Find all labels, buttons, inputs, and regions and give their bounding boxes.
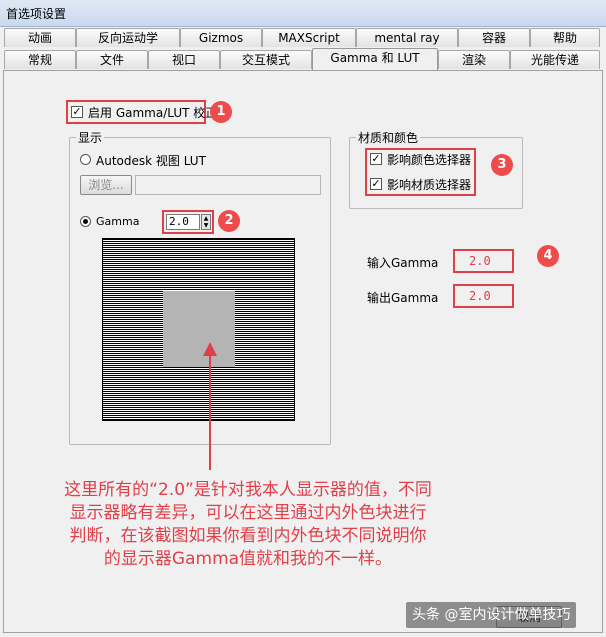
affect-material-label: 影响材质选择器 [387,178,472,192]
input-gamma-value: 2.0 [469,254,491,268]
input-gamma-label: 输入Gamma [367,256,439,270]
enable-gamma-checkbox[interactable]: ✓ [71,106,83,118]
gamma-spinner-arrows[interactable]: ▲ ▼ [201,214,211,230]
annotation-text: 这里所有的“2.0”是针对我本人显示器的值，不同显示器略有差异，可以在这里通过内… [64,480,432,569]
output-gamma-label: 输出Gamma [367,291,439,305]
gamma-spinner-input[interactable]: 2.0 [166,214,200,230]
lut-radio[interactable] [80,154,91,165]
browse-button[interactable]: 浏览... [80,175,132,195]
badge-2: 2 [218,210,240,232]
badge-1: 1 [210,101,232,123]
lut-path-field[interactable] [135,175,321,195]
display-group-title: 显示 [76,129,105,146]
tab-viewports[interactable]: 视口 [148,50,220,69]
tab-help[interactable]: 帮助 [530,28,600,47]
tab-files[interactable]: 文件 [76,50,148,69]
output-gamma-field[interactable]: 2.0 [453,284,514,308]
affect-material-checkbox[interactable]: ✓ [370,178,382,190]
materials-group-title: 材质和颜色 [356,129,421,146]
tab-rendering[interactable]: 渲染 [438,50,510,69]
tab-ik[interactable]: 反向运动学 [76,28,180,47]
window-title: 首选项设置 [6,7,67,21]
gamma-radio[interactable] [80,216,91,227]
enable-gamma-label: 启用 Gamma/LUT 校正 [88,106,218,120]
tab-interaction-mode[interactable]: 交互模式 [220,50,312,69]
tab-maxscript[interactable]: MAXScript [262,28,356,47]
affect-color-label: 影响颜色选择器 [387,153,472,167]
tab-gizmos[interactable]: Gizmos [180,28,262,47]
output-gamma-value: 2.0 [469,289,491,303]
affect-color-checkbox[interactable]: ✓ [370,153,382,165]
title-bar: 首选项设置 [0,0,606,27]
tab-row-2: 常规 文件 视口 交互模式 Gamma 和 LUT 渲染 光能传递 [0,48,606,70]
lut-option-label: Autodesk 视图 LUT [96,154,206,168]
annotation-arrow-icon [203,342,217,470]
gamma-option-label: Gamma [96,215,140,228]
badge-4: 4 [537,245,559,267]
input-gamma-field[interactable]: 2.0 [453,249,514,273]
tab-mental-ray[interactable]: mental ray [356,28,458,47]
tab-general[interactable]: 常规 [4,50,76,69]
tab-animation[interactable]: 动画 [4,28,76,47]
badge-3: 3 [491,154,513,176]
tab-containers[interactable]: 容器 [458,28,530,47]
tab-radiosity[interactable]: 光能传递 [510,50,600,69]
tab-row-1: 动画 反向运动学 Gizmos MAXScript mental ray 容器 … [0,28,606,48]
watermark: 头条 @室内设计做单技巧 [406,602,577,628]
tab-gamma-lut[interactable]: Gamma 和 LUT [312,48,438,70]
